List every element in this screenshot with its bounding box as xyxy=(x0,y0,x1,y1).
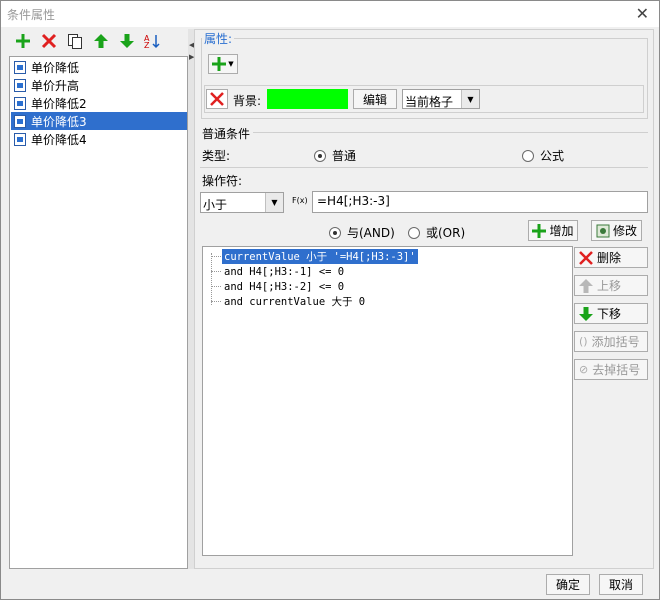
operator-select[interactable]: 小于 ▼ xyxy=(200,192,284,213)
background-label: 背景: xyxy=(233,94,262,108)
arrow-up-icon xyxy=(579,278,593,293)
list-item-selected[interactable]: 单价降低3 xyxy=(11,112,187,130)
type-normal-label: 普通 xyxy=(332,149,357,163)
list-item[interactable]: 单价升高 xyxy=(11,76,187,94)
condition-doc-icon xyxy=(14,60,26,74)
list-toolbar: AZ xyxy=(9,31,189,55)
tree-connector xyxy=(211,301,221,302)
tree-connector xyxy=(211,271,221,272)
tree-node[interactable]: and H4[;H3:-1] <= 0 xyxy=(222,264,346,279)
operator-value: 小于 xyxy=(203,198,228,212)
logic-and-label: 与(AND) xyxy=(347,226,395,240)
condition-list: 单价降低 单价升高 单价降低2 单价降低3 单价降低4 xyxy=(9,56,188,569)
tree-connector xyxy=(211,286,221,287)
condition-doc-icon xyxy=(14,96,26,110)
type-label: 类型: xyxy=(202,149,231,163)
operator-label: 操作符: xyxy=(202,174,243,188)
delete-icon xyxy=(210,92,224,106)
edit-button[interactable]: 编辑 xyxy=(353,89,397,109)
delete-icon xyxy=(579,250,593,265)
arrow-up-icon[interactable] xyxy=(91,31,111,51)
tree-node-selected[interactable]: currentValue 小于 '=H4[;H3:-3]' xyxy=(222,249,418,264)
tree-node[interactable]: and H4[;H3:-2] <= 0 xyxy=(222,279,346,294)
condition-doc-icon xyxy=(14,132,26,146)
type-formula-radio[interactable]: 公式 xyxy=(522,147,564,164)
arrow-down-icon[interactable] xyxy=(117,31,137,51)
list-item-label: 单价降低2 xyxy=(31,96,87,111)
add-icon xyxy=(212,57,227,71)
list-item[interactable]: 单价降低 xyxy=(11,58,187,76)
move-up-button[interactable]: 上移 xyxy=(574,275,648,296)
radio-unchecked-icon xyxy=(408,226,420,239)
scope-select[interactable]: 当前格子 ▼ xyxy=(402,89,480,109)
modify-condition-label: 修改 xyxy=(612,224,637,238)
add-icon xyxy=(532,223,547,238)
add-condition-label: 增加 xyxy=(549,224,574,238)
add-icon[interactable] xyxy=(13,31,33,51)
add-bracket-label: 添加括号 xyxy=(591,335,640,349)
sort-az-icon[interactable]: AZ xyxy=(143,31,163,51)
modify-condition-button[interactable]: 修改 xyxy=(591,220,642,241)
arrow-down-icon xyxy=(579,306,593,321)
move-down-button[interactable]: 下移 xyxy=(574,303,648,324)
formula-input[interactable]: =H4[;H3:-3] xyxy=(312,191,648,213)
condition-doc-icon xyxy=(14,114,26,128)
delete-icon[interactable] xyxy=(39,31,59,51)
list-item[interactable]: 单价降低4 xyxy=(11,130,187,148)
scope-value: 当前格子 xyxy=(405,95,454,109)
radio-unchecked-icon xyxy=(522,149,534,162)
background-color-swatch[interactable] xyxy=(267,89,348,109)
chevron-down-icon: ▼ xyxy=(265,193,283,212)
logic-and-radio[interactable]: 与(AND) xyxy=(329,224,395,241)
type-formula-label: 公式 xyxy=(540,149,565,163)
remove-bracket-button[interactable]: ⊘ 去掉括号 xyxy=(574,359,648,380)
chevron-down-icon: ▼ xyxy=(461,90,479,108)
bracket-icon: () xyxy=(579,335,588,348)
svg-text:Z: Z xyxy=(144,41,150,49)
list-item-label: 单价升高 xyxy=(31,78,80,93)
copy-icon[interactable] xyxy=(65,31,85,51)
modify-icon xyxy=(596,224,610,237)
move-up-label: 上移 xyxy=(597,279,622,293)
title-bar: 条件属性 ✕ xyxy=(1,1,659,27)
condition-doc-icon xyxy=(14,78,26,92)
tree-node[interactable]: and currentValue 大于 0 xyxy=(222,294,367,309)
condition-properties-dialog: 条件属性 ✕ AZ 单价降低 单价升高 单价降低2 单价降低3 单价降低4 ◀ xyxy=(0,0,660,600)
radio-checked-icon xyxy=(329,226,341,239)
condition-group-divider xyxy=(253,132,648,133)
remove-bracket-icon: ⊘ xyxy=(579,363,589,376)
window-title: 条件属性 xyxy=(7,8,56,22)
list-item-label: 单价降低4 xyxy=(31,132,87,147)
dropdown-arrow-icon: ▼ xyxy=(228,60,234,68)
attributes-label: 属性: xyxy=(202,30,235,47)
remove-background-button[interactable] xyxy=(206,89,228,109)
ok-button[interactable]: 确定 xyxy=(546,574,590,595)
tree-connector xyxy=(211,253,212,305)
logic-or-label: 或(OR) xyxy=(426,226,466,240)
fx-icon[interactable]: F(x) xyxy=(292,196,308,205)
delete-label: 删除 xyxy=(597,251,622,265)
move-down-label: 下移 xyxy=(597,307,622,321)
add-condition-button[interactable]: 增加 xyxy=(528,220,578,241)
add-attribute-button[interactable]: ▼ xyxy=(208,54,238,74)
close-icon[interactable]: ✕ xyxy=(636,4,649,23)
list-item-label: 单价降低3 xyxy=(31,114,87,129)
logic-or-radio[interactable]: 或(OR) xyxy=(408,224,465,241)
cancel-button[interactable]: 取消 xyxy=(599,574,643,595)
list-item-label: 单价降低 xyxy=(31,60,80,75)
add-bracket-button[interactable]: () 添加括号 xyxy=(574,331,648,352)
delete-condition-button[interactable]: 删除 xyxy=(574,247,648,268)
radio-checked-icon xyxy=(314,149,326,162)
list-item[interactable]: 单价降低2 xyxy=(11,94,187,112)
tree-connector xyxy=(211,256,221,257)
type-normal-radio[interactable]: 普通 xyxy=(314,147,356,164)
type-divider xyxy=(200,167,648,168)
remove-bracket-label: 去掉括号 xyxy=(592,363,641,377)
condition-group-label: 普通条件 xyxy=(202,127,251,141)
